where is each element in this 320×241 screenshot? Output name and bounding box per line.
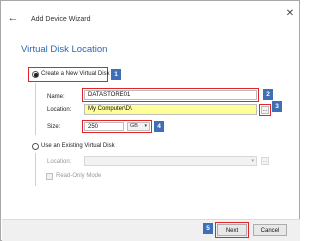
cancel-button[interactable]: Cancel (253, 224, 287, 236)
back-arrow-icon[interactable]: ← (6, 11, 20, 25)
callout-badge-4: 4 (154, 121, 164, 132)
page-title: Virtual Disk Location (21, 44, 108, 55)
location-label: Location: (47, 107, 72, 113)
close-icon[interactable]: ✕ (283, 7, 297, 21)
callout-badge-2: 2 (263, 89, 273, 100)
size-input[interactable]: 250 (84, 122, 124, 131)
readonly-checkbox[interactable] (46, 173, 53, 180)
window-title: Add Device Wizard (31, 16, 91, 23)
wizard-window: ← Add Device Wizard ✕ Virtual Disk Locat… (0, 0, 300, 241)
name-input[interactable]: DATASTORE01 (84, 90, 257, 100)
create-new-label[interactable]: Create a New Virtual Disk (41, 71, 110, 77)
callout-badge-1: 1 (111, 69, 121, 80)
browse-button[interactable]: ... (261, 106, 269, 114)
callout-badge-5: 5 (203, 223, 213, 234)
chevron-down-icon: ▾ (251, 158, 254, 164)
size-unit-value: GB (130, 123, 138, 129)
existing-location-label: Location: (47, 159, 72, 165)
existing-browse-button[interactable]: ... (261, 157, 269, 165)
callout-badge-3: 3 (272, 101, 282, 112)
chevron-down-icon: ▾ (144, 123, 147, 129)
use-existing-label[interactable]: Use an Existing Virtual Disk (41, 143, 115, 149)
readonly-label: Read-Only Mode (56, 173, 102, 179)
use-existing-radio[interactable] (32, 143, 39, 150)
use-existing-group (35, 153, 36, 186)
create-new-group (35, 83, 36, 135)
location-input[interactable]: My Computer\D\ (84, 104, 257, 115)
next-button[interactable]: Next (217, 224, 247, 236)
size-label: Size: (47, 124, 61, 130)
existing-location-select[interactable]: ▾ (84, 156, 257, 166)
name-label: Name: (47, 94, 65, 100)
size-unit-select[interactable]: GB ▾ (127, 122, 150, 131)
create-new-radio[interactable] (32, 71, 39, 78)
